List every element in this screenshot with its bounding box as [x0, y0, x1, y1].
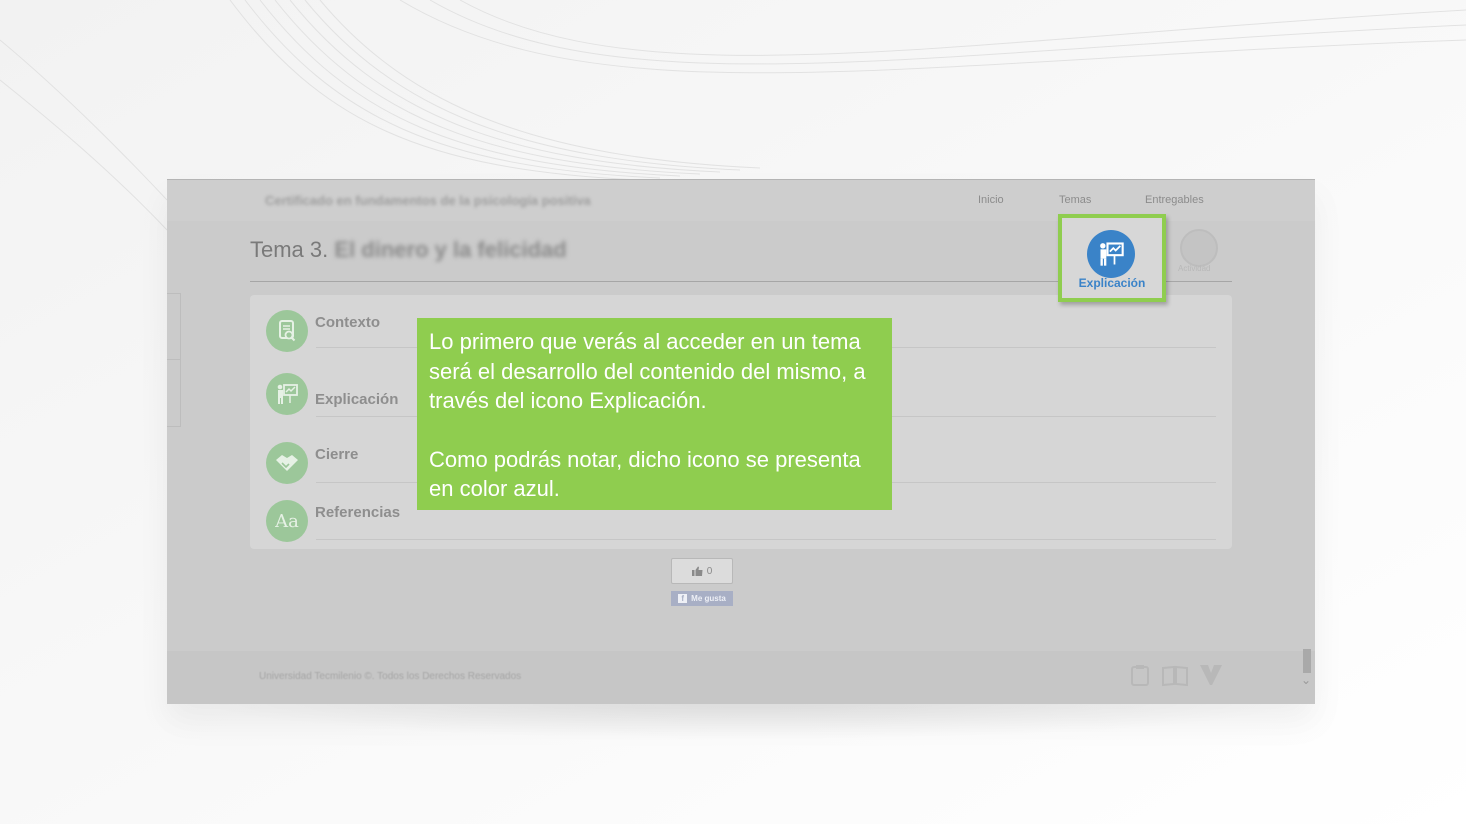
callout-paragraph-1: Lo primero que verás al acceder en un te…	[429, 329, 866, 413]
highlighted-explicacion-tab[interactable]: Explicación	[1058, 214, 1166, 302]
footer-icon-group	[1129, 663, 1223, 687]
menu-contexto[interactable]: Contexto	[315, 314, 380, 331]
menu-referencias[interactable]: Referencias	[315, 504, 400, 521]
presenter-board-icon[interactable]	[266, 373, 308, 415]
page-title: Tema 3. El dinero y la felicidad	[250, 237, 567, 263]
Aa-glyph: Aa	[275, 510, 299, 532]
like-button[interactable]: f Me gusta	[671, 591, 733, 606]
book-icon[interactable]	[1161, 663, 1189, 687]
like-button-label: Me gusta	[691, 594, 726, 603]
handshake-icon[interactable]	[266, 442, 308, 484]
instruction-callout: Lo primero que verás al acceder en un te…	[417, 318, 892, 510]
menu-cierre[interactable]: Cierre	[315, 446, 358, 463]
facebook-icon: f	[678, 594, 688, 603]
thumbs-up-icon	[691, 566, 703, 576]
footer: Universidad Tecmilenio ©. Todos los Dere…	[167, 651, 1315, 704]
menu-explicacion[interactable]: Explicación	[315, 391, 398, 408]
row-divider	[316, 539, 1216, 540]
activity-icon[interactable]	[1180, 229, 1218, 267]
frame-shadow	[185, 700, 1315, 740]
clipboard-icon[interactable]	[1129, 663, 1151, 687]
nav-inicio[interactable]: Inicio	[978, 194, 1004, 206]
document-magnifier-icon[interactable]	[266, 310, 308, 352]
nav-entregables[interactable]: Entregables	[1145, 194, 1204, 206]
topic-name: El dinero y la felicidad	[334, 237, 567, 262]
explicacion-tab-label: Explicación	[1078, 276, 1146, 290]
callout-paragraph-2: Como podrás notar, dicho icono se presen…	[429, 446, 861, 502]
presenter-board-icon	[1087, 230, 1135, 278]
sidebar-tabs[interactable]	[167, 293, 181, 427]
scroll-down-arrow-icon[interactable]: ⌄	[1301, 673, 1311, 687]
like-count-box: 0	[671, 558, 733, 584]
scrollbar-thumb[interactable]	[1303, 649, 1311, 673]
copyright-text: Universidad Tecmilenio ©. Todos los Dere…	[259, 671, 522, 682]
topic-prefix: Tema 3.	[250, 237, 329, 262]
course-title: Certificado en fundamentos de la psicolo…	[265, 193, 591, 208]
tecmilenio-logo-icon	[1200, 665, 1222, 685]
nav-temas[interactable]: Temas	[1059, 194, 1091, 206]
like-count: 0	[706, 565, 713, 577]
Aa-icon[interactable]: Aa	[266, 500, 308, 542]
activity-label: Actividad	[1178, 264, 1211, 273]
